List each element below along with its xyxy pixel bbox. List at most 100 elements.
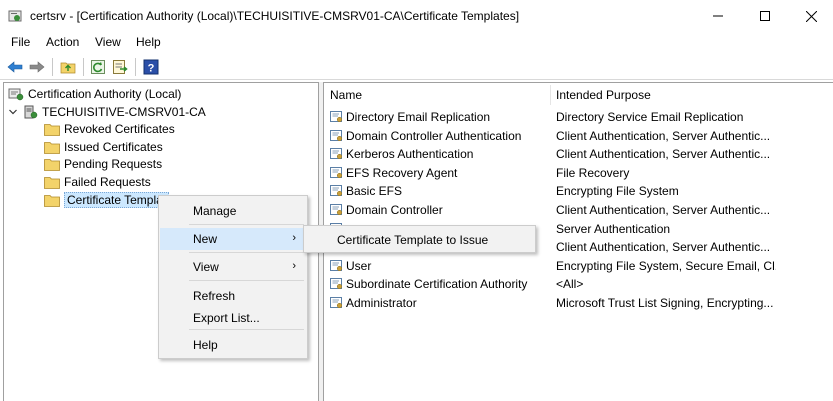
toolbar: ? (0, 54, 833, 80)
template-name: Subordinate Certification Authority (346, 277, 528, 292)
intended-purpose: Client Authentication, Server Authentic.… (556, 203, 771, 217)
folder-icon (44, 141, 60, 154)
tree-item-revoked-certificates[interactable]: Revoked Certificates (44, 120, 175, 138)
context-menu: Manage New › View › Refresh Export List.… (158, 195, 308, 359)
tree-ca-label: TECHUISITIVE-CMSRV01-CA (42, 105, 206, 119)
certsrv-app-icon (8, 10, 22, 22)
context-menu-item-help[interactable]: Help (160, 334, 306, 356)
tree-item-label: Issued Certificates (64, 140, 163, 154)
close-button[interactable] (788, 0, 833, 32)
context-menu-item-view[interactable]: View › (160, 256, 306, 278)
refresh-button[interactable] (89, 58, 107, 76)
context-menu-item-export-list[interactable]: Export List... (160, 307, 306, 329)
tree-item-label: Revoked Certificates (64, 122, 175, 136)
minimize-icon (713, 15, 723, 17)
refresh-icon (91, 60, 105, 74)
certificate-template-icon (330, 259, 343, 272)
menu-bar: File Action View Help (0, 32, 833, 52)
table-row[interactable]: Domain Controller Client Authentication, … (324, 201, 833, 220)
certificate-template-icon (330, 184, 343, 197)
menu-item-label: Refresh (193, 289, 236, 303)
back-button[interactable] (6, 58, 24, 76)
intended-purpose: Client Authentication, Server Authentic.… (556, 147, 771, 162)
column-header-intended-purpose[interactable]: Intended Purpose (556, 83, 786, 107)
up-folder-icon (60, 62, 76, 74)
export-list-icon (113, 60, 128, 74)
tree-item-label: Certificate Templat (64, 192, 170, 208)
forward-button[interactable] (28, 58, 46, 76)
menu-item-label: View (193, 260, 219, 274)
submenu-arrow-icon: › (292, 232, 296, 244)
window-title: certsrv - [Certification Authority (Loca… (30, 9, 520, 23)
submenu-arrow-icon: › (292, 260, 296, 272)
menu-action[interactable]: Action (46, 35, 79, 49)
up-one-level-button[interactable] (59, 58, 77, 76)
template-name: Domain Controller Authentication (346, 128, 522, 143)
menu-help[interactable]: Help (136, 35, 161, 49)
certificate-template-icon (330, 296, 343, 309)
close-icon (805, 10, 817, 22)
table-row[interactable]: Domain Controller Authentication Client A… (324, 127, 833, 146)
maximize-button[interactable] (742, 0, 788, 32)
folder-icon (44, 194, 60, 207)
intended-purpose: Directory Service Email Replication (556, 110, 744, 124)
certification-authority-icon (8, 88, 24, 101)
certificate-template-icon (330, 147, 343, 160)
intended-purpose: Client Authentication, Server Authentic.… (556, 240, 771, 255)
context-menu-item-manage[interactable]: Manage (160, 200, 306, 222)
folder-icon (44, 158, 60, 171)
intended-purpose: <All> (556, 277, 584, 292)
menu-item-label: New (193, 232, 218, 246)
tree-root-label: Certification Authority (Local) (28, 87, 182, 101)
template-name: Administrator (346, 296, 417, 310)
certificate-template-icon (330, 203, 343, 216)
intended-purpose: Encrypting File System, Secure Email, Cl… (556, 258, 776, 273)
table-row[interactable]: Kerberos Authentication Client Authentica… (324, 145, 833, 164)
chevron-down-icon[interactable] (8, 107, 18, 117)
template-name: Kerberos Authentication (346, 147, 474, 162)
table-row[interactable]: User Encrypting File System, Secure Email… (324, 257, 833, 276)
menu-view[interactable]: View (95, 35, 121, 49)
help-icon: ? (143, 59, 159, 75)
svg-text:?: ? (148, 63, 155, 75)
intended-purpose: Encrypting File System (556, 184, 679, 199)
tree-item-pending-requests[interactable]: Pending Requests (44, 155, 162, 173)
title-bar: certsrv - [Certification Authority (Loca… (0, 0, 833, 32)
forward-arrow-icon (29, 61, 45, 73)
help-button[interactable]: ? (142, 58, 160, 76)
certificate-template-icon (330, 277, 343, 290)
submenu-item-certificate-template-to-issue[interactable]: Certificate Template to Issue (305, 229, 534, 251)
context-menu-item-refresh[interactable]: Refresh (160, 285, 306, 307)
tree-item-label: Failed Requests (64, 175, 151, 189)
certificate-template-icon (330, 129, 343, 142)
menu-item-label: Export List... (193, 311, 260, 325)
folder-icon (44, 176, 60, 189)
menu-item-label: Help (193, 338, 218, 352)
maximize-icon (760, 11, 770, 21)
tree-item-failed-requests[interactable]: Failed Requests (44, 173, 151, 191)
table-row[interactable]: Subordinate Certification Authority <All> (324, 275, 833, 294)
context-menu-item-new[interactable]: New › (160, 228, 306, 250)
certificate-template-icon (330, 110, 343, 123)
tree-root[interactable]: Certification Authority (Local) (8, 85, 181, 103)
menu-file[interactable]: File (11, 35, 30, 49)
template-name: EFS Recovery Agent (346, 165, 458, 180)
intended-purpose: File Recovery (556, 165, 630, 180)
template-name: Basic EFS (346, 184, 403, 199)
table-row[interactable]: Administrator Microsoft Trust List Signin… (324, 294, 833, 313)
table-row[interactable]: Basic EFS Encrypting File System (324, 182, 833, 201)
folder-icon (44, 123, 60, 136)
table-row[interactable]: Directory Email Replication Directory Ser… (324, 108, 833, 127)
table-row[interactable]: EFS Recovery Agent File Recovery (324, 164, 833, 183)
intended-purpose: Server Authentication (556, 221, 671, 236)
column-header-name[interactable]: Name (330, 83, 550, 107)
back-arrow-icon (7, 61, 23, 73)
tree-ca-node[interactable]: TECHUISITIVE-CMSRV01-CA (8, 103, 206, 121)
menu-item-label: Manage (193, 204, 237, 218)
minimize-button[interactable] (695, 0, 741, 32)
certificate-template-icon (330, 166, 343, 179)
tree-item-issued-certificates[interactable]: Issued Certificates (44, 138, 163, 156)
export-list-button[interactable] (111, 58, 129, 76)
tree-item-certificate-templates[interactable]: Certificate Templat (44, 191, 170, 209)
menu-item-label: Certificate Template to Issue (337, 233, 489, 247)
